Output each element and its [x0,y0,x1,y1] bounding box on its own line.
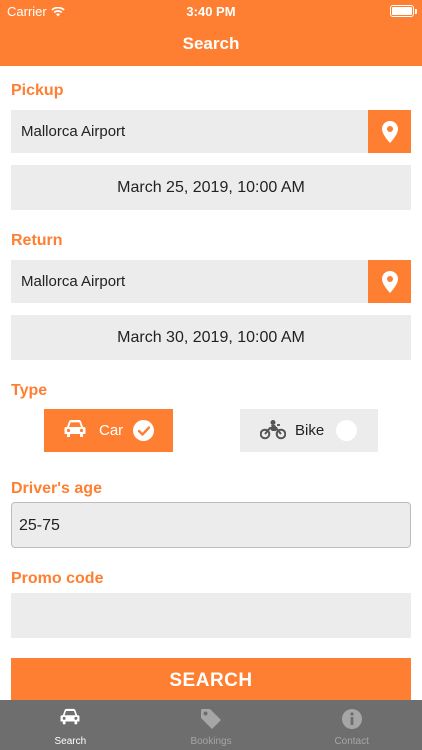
type-label: Type [11,382,48,399]
tab-bar: Search Bookings Contact [0,700,422,750]
return-location-button[interactable] [368,260,411,303]
status-bar: Carrier 3:40 PM [0,0,422,22]
motorbike-icon [260,420,286,440]
battery-icon [390,5,417,17]
info-icon [341,709,362,729]
tab-contact-label: Contact [334,736,369,747]
bike-radio-unchecked[interactable] [336,420,357,441]
nav-bar: Search [0,22,422,66]
promo-code-field[interactable] [11,593,411,638]
tab-search-label: Search [54,736,87,747]
location-pin-icon [381,120,398,143]
car-icon [64,420,86,437]
return-location-field[interactable]: Mallorca Airport [11,260,411,303]
car-icon [60,708,80,725]
type-bike-label: Bike [295,422,325,439]
tab-contact[interactable]: Contact [281,700,422,750]
return-location-value: Mallorca Airport [21,273,126,290]
tag-icon [201,709,221,729]
return-datetime-field[interactable]: March 30, 2019, 10:00 AM [11,315,411,360]
pickup-location-value: Mallorca Airport [21,123,126,140]
type-bike-option[interactable]: Bike [240,409,378,452]
page-title: Search [182,34,240,53]
pickup-location-button[interactable] [368,110,411,153]
tab-search[interactable]: Search [0,700,141,750]
status-time: 3:40 PM [186,4,236,19]
pickup-label: Pickup [11,82,64,99]
car-radio-checked[interactable] [133,420,154,441]
drivers-age-label: Driver's age [11,480,102,497]
drivers-age-field[interactable]: 25-75 [11,502,411,548]
return-label: Return [11,232,63,249]
check-icon [137,425,150,436]
type-car-label: Car [99,422,124,439]
tab-bookings-label: Bookings [190,736,232,747]
tab-bookings[interactable]: Bookings [141,700,282,750]
pickup-datetime-field[interactable]: March 25, 2019, 10:00 AM [11,165,411,210]
drivers-age-value: 25-75 [19,517,60,534]
promo-code-label: Promo code [11,570,104,587]
type-car-option[interactable]: Car [44,409,173,452]
search-button[interactable]: SEARCH [11,658,411,704]
location-pin-icon [381,270,398,293]
pickup-location-field[interactable]: Mallorca Airport [11,110,411,153]
